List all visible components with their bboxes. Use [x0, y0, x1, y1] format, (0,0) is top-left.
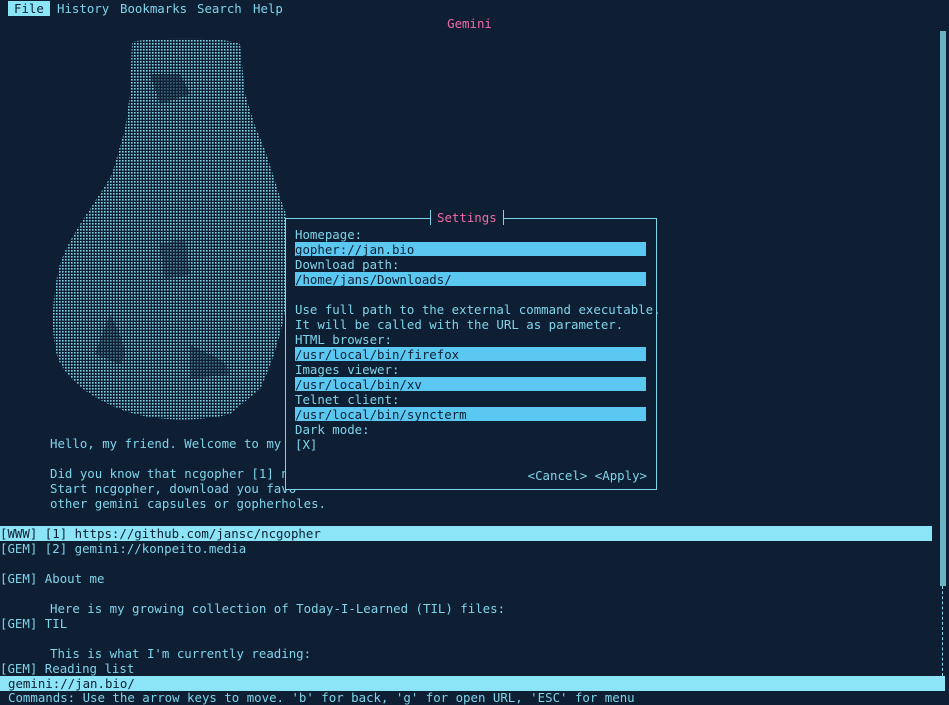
link-tag: [GEM] [0, 616, 38, 631]
link-text: Reading list [37, 661, 135, 676]
html-browser-label: HTML browser: [295, 332, 392, 347]
images-viewer-label: Images viewer: [295, 362, 400, 377]
link-row-til[interactable]: [GEM] TIL [0, 616, 932, 631]
link-row-github[interactable]: [WWW] [1] https://github.com/jansc/ncgop… [0, 526, 932, 541]
download-path-label: Download path: [295, 257, 400, 272]
menu-file[interactable]: File [8, 1, 50, 16]
homepage-field[interactable]: gopher://jan.bio [295, 242, 646, 257]
telnet-client-label: Telnet client: [295, 392, 400, 407]
note-line-2: It will be called with the URL as parame… [295, 317, 624, 332]
apply-button[interactable]: <Apply> [595, 468, 647, 483]
did-you-know-text: Did you know that ncgopher [1] no [50, 466, 297, 481]
dialog-buttons: <Cancel> <Apply> [528, 468, 647, 483]
status-line: Commands: Use the arrow keys to move. 'b… [8, 690, 635, 705]
greeting-text: Hello, my friend. Welcome to my g [50, 436, 297, 451]
link-row-about[interactable]: [GEM] About me [0, 571, 932, 586]
link-text: [1] https://github.com/jansc/ncgopher [37, 526, 321, 541]
dialog-title: Settings [430, 210, 504, 225]
link-tag: [GEM] [0, 661, 38, 676]
link-tag: [WWW] [0, 526, 38, 541]
til-intro-text: Here is my growing collection of Today-I… [50, 601, 506, 616]
link-tag: [GEM] [0, 571, 38, 586]
cancel-button[interactable]: <Cancel> [528, 468, 588, 483]
start-text: Start ncgopher, download you favo [50, 481, 297, 496]
menu-help[interactable]: Help [253, 1, 283, 16]
images-viewer-field[interactable]: /usr/local/bin/xv [295, 377, 646, 392]
html-browser-field[interactable]: /usr/local/bin/firefox [295, 347, 646, 362]
link-text: TIL [37, 616, 68, 631]
telnet-client-field[interactable]: /usr/local/bin/syncterm [295, 407, 646, 422]
dark-mode-label: Dark mode: [295, 422, 370, 437]
note-line-1: Use full path to the external command ex… [295, 302, 661, 317]
scrollbar-track[interactable] [942, 586, 945, 676]
link-row-konpeito[interactable]: [GEM] [2] gemini://konpeito.media [0, 541, 932, 556]
other-text: other gemini capsules or gopherholes. [50, 496, 327, 511]
link-text: About me [37, 571, 105, 586]
dark-mode-checkbox[interactable]: [X] [295, 437, 317, 452]
window-title: Gemini [447, 16, 492, 31]
link-row-reading[interactable]: [GEM] Reading list [0, 661, 932, 676]
scrollbar-thumb[interactable] [940, 31, 946, 586]
ascii-art-image [52, 38, 289, 420]
url-bar[interactable]: gemini://jan.bio/ [0, 676, 945, 691]
homepage-label: Homepage: [295, 227, 363, 242]
menu-search[interactable]: Search [197, 1, 242, 16]
download-path-field[interactable]: /home/jans/Downloads/ [295, 272, 646, 287]
menu-history[interactable]: History [57, 1, 109, 16]
settings-dialog: Settings Homepage: gopher://jan.bio Down… [285, 210, 661, 490]
menu-bar: File History Bookmarks Search Help [0, 0, 949, 16]
menu-bookmarks[interactable]: Bookmarks [120, 1, 187, 16]
reading-intro-text: This is what I'm currently reading: [50, 646, 312, 661]
link-text: [2] gemini://konpeito.media [37, 541, 247, 556]
link-tag: [GEM] [0, 541, 38, 556]
